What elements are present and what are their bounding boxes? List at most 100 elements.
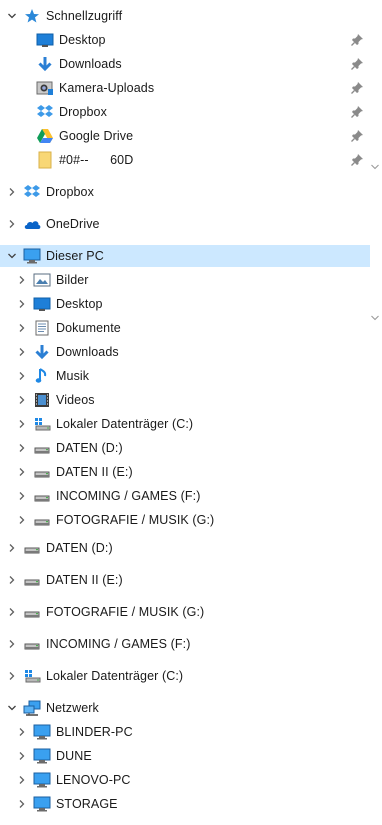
pin-icon[interactable]: [350, 105, 364, 119]
drive-icon: [33, 463, 51, 481]
chevron-down-icon[interactable]: [5, 249, 19, 263]
desktop-icon: [36, 31, 54, 49]
network-item-storage[interactable]: STORAGE: [0, 793, 370, 815]
tree-item-label: LENOVO-PC: [56, 773, 131, 787]
pin-icon[interactable]: [350, 153, 364, 167]
quick-access-item-camera-uploads[interactable]: Kamera-Uploads: [0, 77, 370, 99]
pin-icon[interactable]: [350, 33, 364, 47]
this-pc-item-drive-g[interactable]: FOTOGRAFIE / MUSIK (G:): [0, 509, 370, 531]
quick-access-item-google-drive[interactable]: Google Drive: [0, 125, 370, 147]
tree-item-label: INCOMING / GAMES (F:): [46, 637, 191, 651]
chevron-right-icon[interactable]: [15, 345, 29, 359]
tree-item-label: Dokumente: [56, 321, 121, 335]
network-item-blinder-pc[interactable]: BLINDER-PC: [0, 721, 370, 743]
chevron-right-icon[interactable]: [15, 297, 29, 311]
drive-icon: [23, 539, 41, 557]
chevron-right-icon[interactable]: [15, 513, 29, 527]
tree-item-label: Schnellzugriff: [46, 9, 123, 23]
onedrive-icon: [23, 215, 41, 233]
tree-item-label: FOTOGRAFIE / MUSIK (G:): [46, 605, 205, 619]
chevron-right-icon[interactable]: [5, 669, 19, 683]
tree-item-label: DATEN II (E:): [46, 573, 123, 587]
tree-item-label: Musik: [56, 369, 90, 383]
this-pc-item-drive-f[interactable]: INCOMING / GAMES (F:): [0, 485, 370, 507]
this-pc-item-downloads[interactable]: Downloads: [0, 341, 370, 363]
network-item-lenovo-pc[interactable]: LENOVO-PC: [0, 769, 370, 791]
chevron-right-icon[interactable]: [15, 465, 29, 479]
network-item-dune[interactable]: DUNE: [0, 745, 370, 767]
pictures-icon: [33, 271, 51, 289]
chevron-right-icon[interactable]: [5, 637, 19, 651]
computer-icon: [33, 771, 51, 789]
tree-item-label: #0#-- 60D: [59, 153, 134, 167]
camera-icon: [36, 79, 54, 97]
this-pc-item-music[interactable]: Musik: [0, 365, 370, 387]
tree-item-quick-access[interactable]: Schnellzugriff: [0, 5, 370, 27]
chevron-right-icon[interactable]: [15, 749, 29, 763]
quick-access-item-dropbox[interactable]: Dropbox: [0, 101, 370, 123]
this-pc-item-drive-d[interactable]: DATEN (D:): [0, 437, 370, 459]
tree-item-label: DATEN (D:): [56, 441, 123, 455]
star-icon: [23, 7, 41, 25]
tree-item-this-pc[interactable]: Dieser PC: [0, 245, 370, 267]
network-icon: [23, 699, 41, 717]
tree-item-drive-d[interactable]: DATEN (D:): [0, 537, 370, 559]
chevron-right-icon[interactable]: [15, 369, 29, 383]
pin-icon[interactable]: [350, 81, 364, 95]
pin-icon[interactable]: [350, 57, 364, 71]
videos-icon: [33, 391, 51, 409]
chevron-right-icon[interactable]: [15, 273, 29, 287]
pin-icon[interactable]: [350, 129, 364, 143]
quick-access-item-downloads[interactable]: Downloads: [0, 53, 370, 75]
chevron-right-icon[interactable]: [15, 797, 29, 811]
chevron-right-icon[interactable]: [5, 605, 19, 619]
tree-item-label: FOTOGRAFIE / MUSIK (G:): [56, 513, 215, 527]
this-pc-item-drive-c[interactable]: Lokaler Datenträger (C:): [0, 413, 370, 435]
chevron-right-icon[interactable]: [15, 417, 29, 431]
chevron-down-icon[interactable]: [370, 311, 380, 321]
chevron-right-icon[interactable]: [15, 489, 29, 503]
quick-access-item-desktop[interactable]: Desktop: [0, 29, 370, 51]
chevron-right-icon[interactable]: [15, 441, 29, 455]
dropbox-icon: [23, 183, 41, 201]
this-pc-item-documents[interactable]: Dokumente: [0, 317, 370, 339]
windows-drive-icon: [33, 415, 51, 433]
chevron-right-icon[interactable]: [15, 725, 29, 739]
computer-icon: [33, 747, 51, 765]
tree-item-label: Lokaler Datenträger (C:): [56, 417, 194, 431]
tree-item-drive-g[interactable]: FOTOGRAFIE / MUSIK (G:): [0, 601, 370, 623]
tree-item-label: Dropbox: [46, 185, 94, 199]
chevron-right-icon[interactable]: [5, 541, 19, 555]
tree-item-drive-f[interactable]: INCOMING / GAMES (F:): [0, 633, 370, 655]
tree-item-onedrive[interactable]: OneDrive: [0, 213, 370, 235]
chevron-right-icon[interactable]: [5, 573, 19, 587]
chevron-right-icon[interactable]: [15, 393, 29, 407]
tree-item-label: Kamera-Uploads: [59, 81, 155, 95]
tree-item-label: Lokaler Datenträger (C:): [46, 669, 184, 683]
chevron-down-icon[interactable]: [370, 160, 380, 170]
this-pc-item-pictures[interactable]: Bilder: [0, 269, 370, 291]
this-pc-item-videos[interactable]: Videos: [0, 389, 370, 411]
chevron-down-icon[interactable]: [5, 9, 19, 23]
tree-item-label: DATEN (D:): [46, 541, 113, 555]
this-pc-item-drive-e[interactable]: DATEN II (E:): [0, 461, 370, 483]
chevron-right-icon[interactable]: [15, 773, 29, 787]
music-icon: [33, 367, 51, 385]
computer-icon: [33, 723, 51, 741]
tree-item-label: Desktop: [56, 297, 103, 311]
chevron-right-icon[interactable]: [5, 185, 19, 199]
chevron-down-icon[interactable]: [5, 701, 19, 715]
chevron-right-icon[interactable]: [5, 217, 19, 231]
dropbox-icon: [36, 103, 54, 121]
desktop-icon: [33, 295, 51, 313]
drive-icon: [23, 571, 41, 589]
quick-access-item-folder[interactable]: #0#-- 60D: [0, 149, 370, 171]
this-pc-item-desktop[interactable]: Desktop: [0, 293, 370, 315]
tree-item-drive-c[interactable]: Lokaler Datenträger (C:): [0, 665, 370, 687]
chevron-right-icon[interactable]: [15, 321, 29, 335]
tree-item-dropbox[interactable]: Dropbox: [0, 181, 370, 203]
tree-item-drive-e[interactable]: DATEN II (E:): [0, 569, 370, 591]
tree-item-label: Videos: [56, 393, 95, 407]
tree-item-label: Dropbox: [59, 105, 107, 119]
tree-item-network[interactable]: Netzwerk: [0, 697, 370, 719]
